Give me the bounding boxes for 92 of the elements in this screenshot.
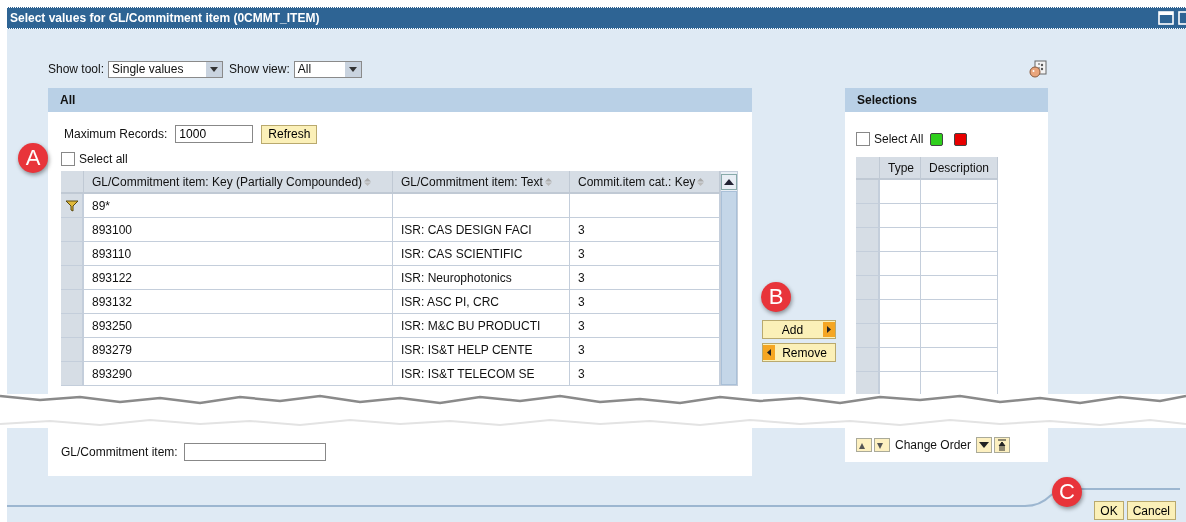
table-cell: 3: [570, 266, 720, 290]
table-cell: ISR: CAS SCIENTIFIC: [393, 242, 570, 266]
remove-button[interactable]: Remove: [761, 343, 836, 362]
row-selector[interactable]: [61, 242, 84, 266]
table-cell: 893290: [84, 362, 393, 386]
scroll-up-icon[interactable]: [721, 174, 737, 190]
filter-field[interactable]: [393, 194, 570, 218]
row-selector[interactable]: [856, 276, 880, 300]
table-cell: 893250: [84, 314, 393, 338]
row-selector-header: [856, 157, 880, 180]
sort-icon[interactable]: [696, 177, 706, 186]
table-cell: ISR: CAS DESIGN FACI: [393, 218, 570, 242]
accept-icon[interactable]: [930, 132, 944, 146]
table-cell: ISR: IS&T TELECOM SE: [393, 362, 570, 386]
table-cell: 3: [570, 242, 720, 266]
filter-field[interactable]: 89*: [84, 194, 393, 218]
table-cell: 3: [570, 314, 720, 338]
dropdown-icon[interactable]: [976, 437, 993, 453]
row-selector[interactable]: [856, 228, 880, 252]
column-header[interactable]: Description: [921, 157, 998, 180]
column-header[interactable]: Commit.item cat.: Key: [570, 171, 720, 194]
panel-title: All: [60, 93, 76, 107]
column-header[interactable]: Type: [880, 157, 921, 180]
table-cell: [880, 228, 921, 252]
select-all-label: Select All: [874, 132, 924, 146]
table-cell: [880, 348, 921, 372]
row-selector[interactable]: [61, 338, 84, 362]
row-selector[interactable]: [856, 348, 880, 372]
show-tool-label: Show tool:: [48, 62, 105, 76]
row-selector[interactable]: [61, 218, 84, 242]
table-cell: [880, 204, 921, 228]
filter-icon[interactable]: [64, 198, 79, 213]
table-cell: 893100: [84, 218, 393, 242]
show-view-dropdown[interactable]: All: [293, 60, 362, 78]
row-selector[interactable]: [61, 362, 84, 386]
table-cell: 893132: [84, 290, 393, 314]
commitment-item-field[interactable]: [183, 443, 326, 461]
caret-icon: [344, 61, 361, 77]
table-cell: 893122: [84, 266, 393, 290]
column-header[interactable]: GL/Commitment item: Text: [393, 171, 570, 194]
personalize-icon[interactable]: [1028, 60, 1048, 78]
select-all-label: Select all: [79, 152, 128, 166]
checkbox[interactable]: [856, 132, 870, 146]
table-cell: 893279: [84, 338, 393, 362]
sort-descending-icon[interactable]: [874, 438, 890, 452]
table-cell: 3: [570, 362, 720, 386]
table-cell: [880, 252, 921, 276]
max-records-field[interactable]: 1000: [175, 125, 254, 143]
maximize-icon[interactable]: [1158, 11, 1174, 25]
panel-title: Selections: [857, 93, 918, 107]
table-cell: [880, 324, 921, 348]
scrollbar[interactable]: [720, 171, 738, 386]
show-tool-dropdown[interactable]: Single values: [108, 60, 224, 78]
scroll-thumb[interactable]: [721, 191, 737, 385]
row-selector[interactable]: [856, 324, 880, 348]
row-selector[interactable]: [856, 204, 880, 228]
filter-field[interactable]: [570, 194, 720, 218]
row-selector[interactable]: [856, 300, 880, 324]
row-selector[interactable]: [61, 314, 84, 338]
cancel-button[interactable]: Cancel: [1126, 501, 1176, 520]
sort-icon[interactable]: [363, 177, 373, 186]
sort-icon[interactable]: [543, 177, 553, 186]
table-cell: [880, 276, 921, 300]
refresh-button[interactable]: Refresh: [261, 124, 318, 144]
table-cell: ISR: M&C BU PRODUCTI: [393, 314, 570, 338]
reject-icon[interactable]: [954, 132, 968, 146]
table-cell: ISR: Neurophotonics: [393, 266, 570, 290]
move-to-top-icon[interactable]: [994, 437, 1011, 453]
table-cell: 3: [570, 290, 720, 314]
ok-button[interactable]: OK: [1094, 501, 1124, 520]
table-cell: [880, 300, 921, 324]
show-view-label: Show view:: [229, 62, 290, 76]
window-title: Select values for GL/Commitment item (0CMMT_ITEM): [10, 11, 321, 25]
max-records-label: Maximum Records:: [64, 127, 168, 141]
table-cell: 893110: [84, 242, 393, 266]
row-selector[interactable]: [856, 372, 880, 394]
checkbox[interactable]: [61, 152, 75, 166]
caret-icon: [206, 61, 223, 77]
table-cell: ISR: ASC PI, CRC: [393, 290, 570, 314]
change-order-label: Change Order: [895, 438, 972, 452]
table-cell: 3: [570, 338, 720, 362]
row-selector[interactable]: [856, 252, 880, 276]
column-header[interactable]: GL/Commitment item: Key (Partially Compounded): [84, 171, 393, 194]
commitment-item-label: GL/Commitment item:: [61, 445, 178, 459]
row-selector[interactable]: [61, 290, 84, 314]
table-cell: [880, 180, 921, 204]
row-selector[interactable]: [61, 266, 84, 290]
sort-ascending-icon[interactable]: [856, 438, 872, 452]
add-button[interactable]: Add: [761, 320, 836, 339]
table-cell: 3: [570, 218, 720, 242]
row-selector[interactable]: [856, 180, 880, 204]
table-cell: ISR: IS&T HELP CENTE: [393, 338, 570, 362]
